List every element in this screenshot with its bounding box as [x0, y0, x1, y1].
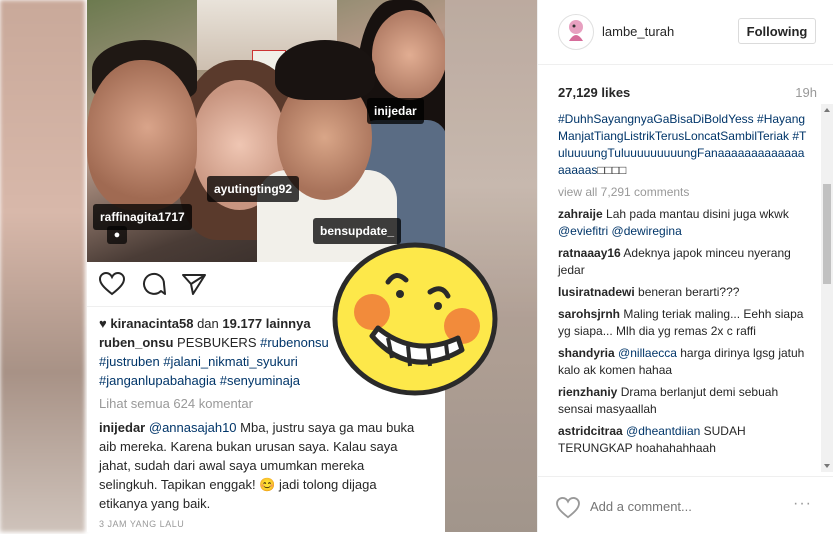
smile-emoji-icon: 😊 [259, 477, 276, 492]
scrollbar-thumb[interactable] [823, 184, 831, 284]
caption-mention[interactable]: #rubenonsu [260, 335, 329, 350]
caption-hashtags[interactable]: #DuhhSayangnyaGaBisaDiBoldYess #HayangMa… [558, 111, 808, 179]
comment-user[interactable]: astridcitraa [558, 424, 623, 438]
likes-count[interactable]: 27,129 likes [558, 85, 630, 100]
comment-user[interactable]: shandyria [558, 346, 615, 360]
scroll-down-arrow-icon[interactable] [824, 464, 830, 468]
photo-tag[interactable]: ayutingting92 [207, 176, 300, 202]
post-header: lambe_turah Following [538, 0, 833, 65]
comment-user[interactable]: lusiratnadewi [558, 285, 635, 299]
comments-scrollbar[interactable] [821, 104, 833, 472]
avatar[interactable] [558, 14, 594, 50]
profile-avatar-icon [569, 20, 583, 41]
comment-item: ratnaaay16 Adeknya japok minceu nyerang … [558, 246, 791, 277]
comment-user[interactable]: sarohsjrnh [558, 307, 620, 321]
reply-mention[interactable]: @annasajah10 [149, 420, 237, 435]
view-all-comments-link[interactable]: view all 7,291 comments [558, 184, 808, 201]
comment-item: lusiratnadewi beneran berarti??? [558, 285, 740, 299]
grinning-face-sticker-icon [332, 242, 498, 396]
post-photo: inijedar ayutingting92 raffinagita1717 b… [87, 0, 445, 262]
scroll-up-arrow-icon[interactable] [824, 108, 830, 112]
comment-icon[interactable] [141, 272, 167, 296]
photo-tag[interactable]: inijedar [367, 98, 424, 124]
comment-user[interactable]: rienzhaniy [558, 385, 617, 399]
heart-small-icon: ♥ [99, 316, 107, 331]
profile-username[interactable]: lambe_turah [602, 24, 674, 39]
reply-comment: inijedar @annasajah10 Mba, justru saya g… [99, 420, 415, 511]
user-tag-icon[interactable]: ● [107, 226, 127, 244]
comment-item: rienzhaniy Drama berlanjut demi sebuah s… [558, 385, 779, 416]
heart-icon[interactable] [556, 497, 580, 519]
comment-item: zahraije Lah pada mantau disini juga wkw… [558, 207, 789, 238]
comment-item: astridcitraa @dheantdiian SUDAH TERUNGKA… [558, 424, 746, 455]
post-detail-panel: lambe_turah Following 27,129 likes 19h #… [537, 0, 833, 532]
background-blur-left [0, 0, 85, 532]
comment-item: shandyria @nillaecca harga dirinya lgsg … [558, 346, 805, 377]
following-button[interactable]: Following [738, 18, 816, 44]
heart-icon[interactable] [99, 272, 125, 296]
more-options-icon[interactable]: ··· [793, 495, 812, 513]
post-timestamp: 3 JAM YANG LALU [99, 519, 185, 529]
comment-user[interactable]: ratnaaay16 [558, 246, 621, 260]
reply-user[interactable]: inijedar [99, 420, 145, 435]
share-icon[interactable] [181, 272, 207, 296]
comments-list: #DuhhSayangnyaGaBisaDiBoldYess #HayangMa… [558, 111, 808, 457]
liked-by-count[interactable]: 19.177 lainnya [222, 316, 310, 331]
liked-by-user[interactable]: kiranacinta58 [110, 316, 193, 331]
comment-item: sarohsjrnh Maling teriak maling... Eehh … [558, 307, 804, 338]
add-comment-input[interactable] [590, 499, 790, 514]
comment-footer: ··· [538, 476, 833, 533]
comment-user[interactable]: zahraije [558, 207, 603, 221]
time-ago: 19h [795, 85, 817, 100]
caption-user[interactable]: ruben_onsu [99, 335, 173, 350]
